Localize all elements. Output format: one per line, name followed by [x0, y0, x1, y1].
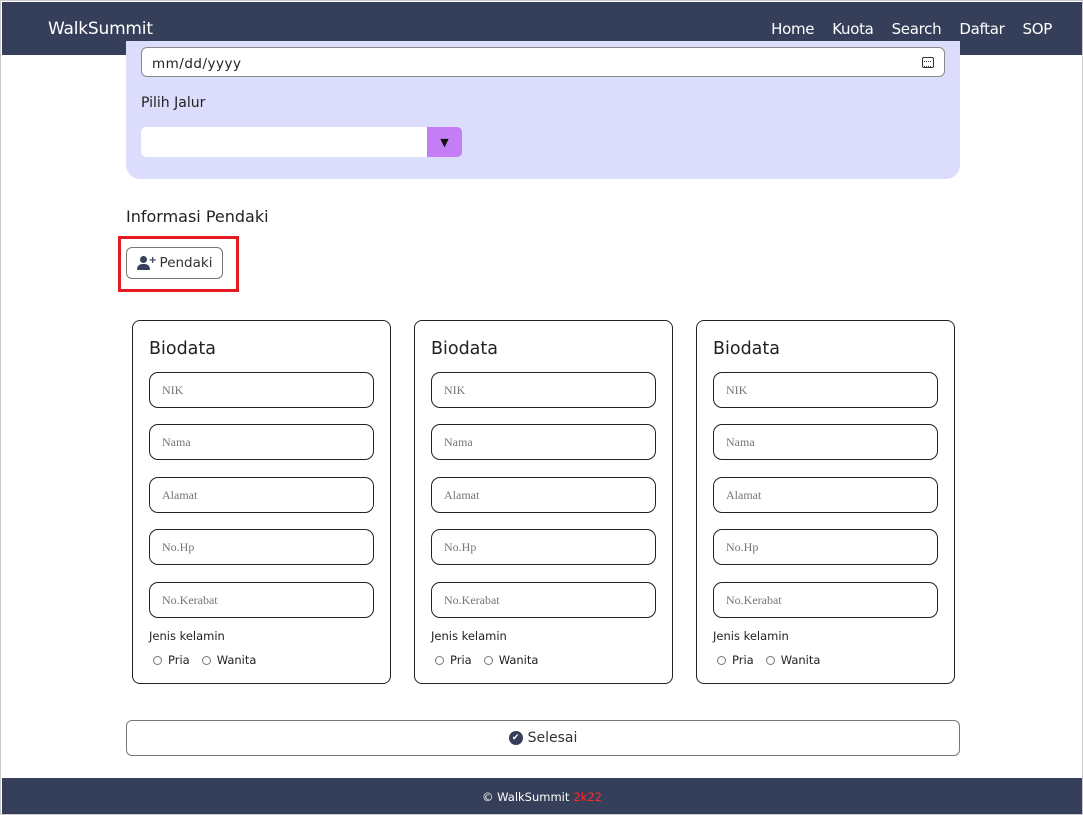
radio-pria[interactable] — [153, 655, 162, 665]
date-input[interactable]: mm/dd/yyyy — [141, 47, 945, 77]
radio-wanita-label: Wanita — [216, 653, 257, 667]
add-pendaki-label: Pendaki — [159, 255, 213, 271]
radio-pria-label: Pria — [450, 653, 472, 667]
radio-wanita[interactable] — [483, 655, 493, 665]
nama-input[interactable] — [713, 424, 938, 460]
card-title: Biodata — [431, 339, 498, 359]
gender-radio-group: Pria Wanita — [153, 653, 268, 667]
nik-input[interactable] — [149, 372, 374, 408]
caret-down-icon[interactable]: ▼ — [427, 127, 462, 157]
gender-label: Jenis kelamin — [149, 629, 225, 643]
radio-wanita[interactable] — [765, 655, 775, 665]
gender-label: Jenis kelamin — [431, 629, 507, 643]
submit-label: Selesai — [527, 730, 578, 746]
nokerabat-input[interactable] — [431, 582, 656, 618]
radio-wanita-label: Wanita — [498, 653, 539, 667]
nohp-input[interactable] — [149, 529, 374, 565]
add-pendaki-button[interactable]: + Pendaki — [126, 247, 223, 279]
radio-wanita-label: Wanita — [780, 653, 821, 667]
submit-button[interactable]: ✔ Selesai — [126, 720, 960, 756]
gender-radio-group: Pria Wanita — [717, 653, 832, 667]
card-title: Biodata — [713, 339, 780, 359]
calendar-icon[interactable] — [922, 56, 934, 68]
alamat-input[interactable] — [431, 477, 656, 513]
radio-pria[interactable] — [717, 655, 726, 665]
nama-input[interactable] — [431, 424, 656, 460]
user-plus-icon: + — [136, 256, 157, 270]
gender-radio-group: Pria Wanita — [435, 653, 550, 667]
gender-label: Jenis kelamin — [713, 629, 789, 643]
nik-input[interactable] — [713, 372, 938, 408]
nav-daftar[interactable]: Daftar — [959, 20, 1005, 38]
nohp-input[interactable] — [431, 529, 656, 565]
nav-kuota[interactable]: Kuota — [832, 20, 874, 38]
alamat-input[interactable] — [149, 477, 374, 513]
nokerabat-input[interactable] — [713, 582, 938, 618]
footer-accent: 2k22 — [573, 789, 602, 804]
brand-logo[interactable]: WalkSummit — [48, 19, 153, 39]
jalur-label: Pilih Jalur — [141, 95, 206, 111]
radio-pria-label: Pria — [732, 653, 754, 667]
biodata-card: Biodata Jenis kelamin Pria Wanita — [132, 320, 391, 684]
biodata-card: Biodata Jenis kelamin Pria Wanita — [696, 320, 955, 684]
jalur-select[interactable]: ▼ — [141, 127, 462, 157]
footer-text: © WalkSummit — [481, 789, 570, 804]
section-title: Informasi Pendaki — [126, 207, 269, 226]
biodata-card: Biodata Jenis kelamin Pria Wanita — [414, 320, 673, 684]
nav-search[interactable]: Search — [892, 20, 942, 38]
nokerabat-input[interactable] — [149, 582, 374, 618]
nav-home[interactable]: Home — [771, 20, 814, 38]
booking-form-panel: mm/dd/yyyy Pilih Jalur ▼ — [126, 41, 960, 179]
check-circle-icon: ✔ — [508, 731, 523, 745]
alamat-input[interactable] — [713, 477, 938, 513]
jalur-select-value[interactable] — [141, 127, 427, 157]
page: WalkSummit Home Kuota Search Daftar SOP … — [0, 0, 1083, 815]
radio-pria[interactable] — [435, 655, 444, 665]
nav-links: Home Kuota Search Daftar SOP — [771, 20, 1052, 38]
radio-pria-label: Pria — [168, 653, 190, 667]
nik-input[interactable] — [431, 372, 656, 408]
radio-wanita[interactable] — [201, 655, 211, 665]
nama-input[interactable] — [149, 424, 374, 460]
date-value: mm/dd/yyyy — [152, 56, 242, 72]
footer: © WalkSummit 2k22 — [2, 778, 1082, 814]
nav-sop[interactable]: SOP — [1023, 20, 1053, 38]
card-title: Biodata — [149, 339, 216, 359]
nohp-input[interactable] — [713, 529, 938, 565]
